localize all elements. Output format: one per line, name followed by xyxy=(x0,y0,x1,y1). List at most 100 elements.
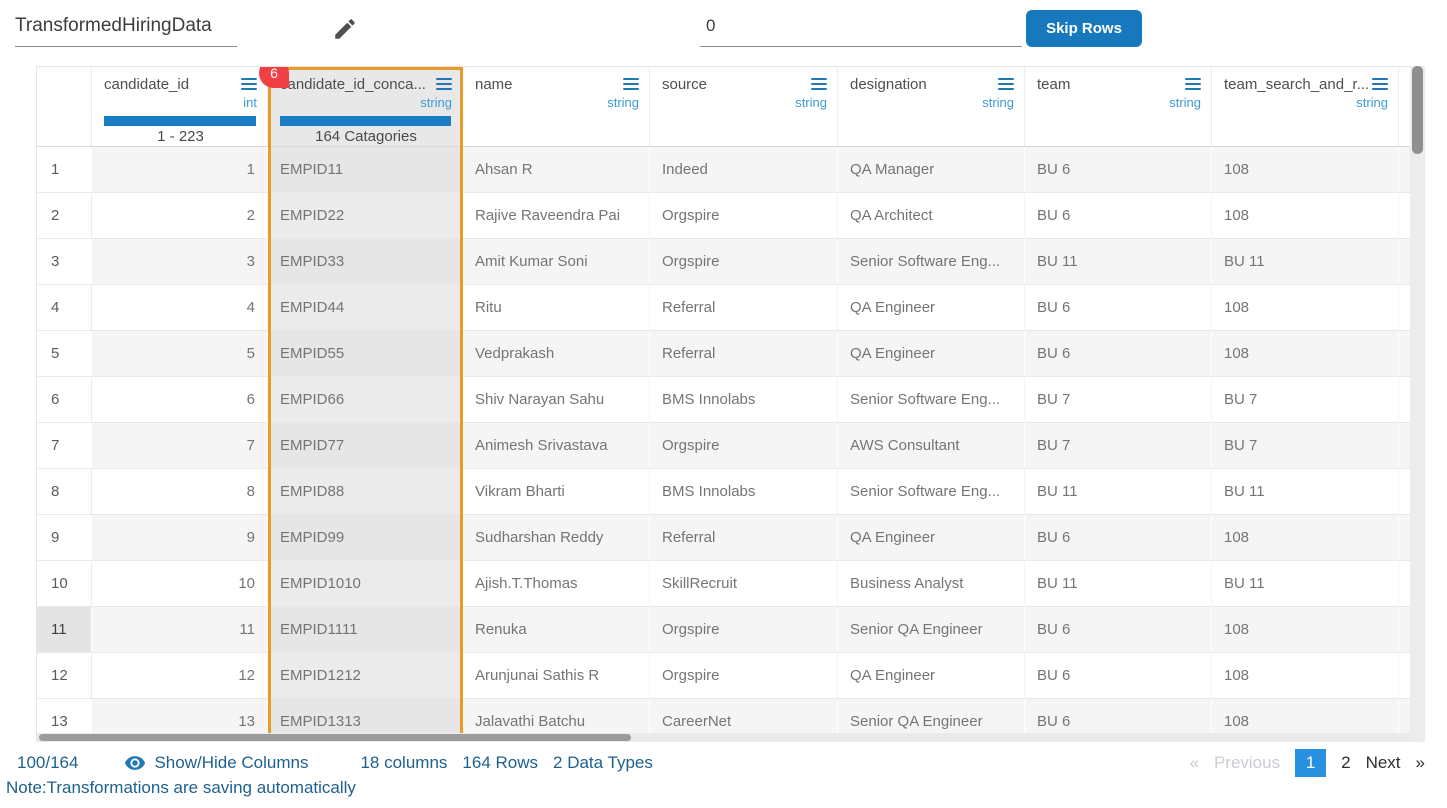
column-name: candidate_id xyxy=(104,76,189,93)
table-cell: 11 xyxy=(92,607,268,653)
table-body: 11EMPID11Ahsan RIndeedQA ManagerBU 6108A… xyxy=(37,147,1410,742)
column-distribution-bar xyxy=(280,116,451,126)
column-menu-icon[interactable] xyxy=(1372,78,1388,90)
next-arrow[interactable]: » xyxy=(1416,753,1425,773)
horizontal-scrollbar-thumb[interactable] xyxy=(39,734,631,741)
column-stat-label: 1 - 223 xyxy=(104,128,257,145)
table-cell: EMPID1111 xyxy=(268,607,463,653)
table-cell: Rajive Raveendra Pai xyxy=(463,193,650,239)
skip-rows-input[interactable]: 0 xyxy=(700,6,1022,47)
table-row: 88EMPID88Vikram BhartiBMS InnolabsSenior… xyxy=(37,469,1410,515)
table-cell: 108 xyxy=(1212,285,1399,331)
table-cell: EMPID77 xyxy=(268,423,463,469)
table-cell: 108 xyxy=(1212,331,1399,377)
table-cell: 5 xyxy=(92,331,268,377)
column-header-title-row: candidate_id_conca... xyxy=(280,73,452,95)
table-cell: EMPID44 xyxy=(268,285,463,331)
table-cell: BU 6 xyxy=(1025,607,1212,653)
table-cell: BU 6 xyxy=(1025,515,1212,561)
rows-count: 164 Rows xyxy=(462,753,538,773)
table-cell: BU 6 xyxy=(1025,331,1212,377)
row-number-cell: 2 xyxy=(37,193,92,239)
table-cell: BU 7 xyxy=(1025,423,1212,469)
table-cell: QA Engineer xyxy=(838,653,1025,699)
table-cell: 108 xyxy=(1212,193,1399,239)
table-cell: AWS Consultant xyxy=(838,423,1025,469)
table-cell: A xyxy=(1399,653,1410,699)
dataset-name: TransformedHiringData xyxy=(15,15,212,37)
page-2-button[interactable]: 2 xyxy=(1341,753,1350,773)
table-cell: Indeed xyxy=(650,147,838,193)
table-cell: Renuka xyxy=(463,607,650,653)
table-row: 55EMPID55VedprakashReferralQA EngineerBU… xyxy=(37,331,1410,377)
page-1-button[interactable]: 1 xyxy=(1295,749,1326,777)
vertical-scrollbar-thumb[interactable] xyxy=(1412,66,1423,154)
table-row: 11EMPID11Ahsan RIndeedQA ManagerBU 6108A xyxy=(37,147,1410,193)
previous-arrow[interactable]: « xyxy=(1189,753,1198,773)
previous-button[interactable]: Previous xyxy=(1214,753,1280,773)
column-header-title-row: team_search_and_r... xyxy=(1224,73,1388,95)
column-header-title-row: name xyxy=(475,73,639,95)
table-cell: Vikram Bharti xyxy=(463,469,650,515)
column-header-team_search_and_r...[interactable]: team_search_and_r...string xyxy=(1212,67,1399,146)
table-cell: QA Engineer xyxy=(838,515,1025,561)
table-cell: SkillRecruit xyxy=(650,561,838,607)
table-cell: Senior Software Eng... xyxy=(838,469,1025,515)
row-number-cell: 10 xyxy=(37,561,92,607)
column-header-name[interactable]: namestring xyxy=(463,67,650,146)
column-header-candidate_id[interactable]: candidate_idint1 - 223 xyxy=(92,67,268,146)
eye-icon xyxy=(124,752,146,774)
column-menu-icon[interactable] xyxy=(436,78,452,90)
table-cell: Senior Software Eng... xyxy=(838,239,1025,285)
column-header-title-row: designation xyxy=(850,73,1014,95)
column-name: name xyxy=(475,76,513,93)
row-number-cell: 8 xyxy=(37,469,92,515)
table-cell: 12 xyxy=(92,653,268,699)
column-menu-icon[interactable] xyxy=(998,78,1014,90)
column-menu-icon[interactable] xyxy=(1185,78,1201,90)
table-cell: H xyxy=(1399,469,1410,515)
horizontal-scrollbar[interactable] xyxy=(37,733,1410,742)
row-number-cell: 6 xyxy=(37,377,92,423)
table-cell: Shiv Narayan Sahu xyxy=(463,377,650,423)
next-button[interactable]: Next xyxy=(1366,753,1401,773)
row-number-cell: 7 xyxy=(37,423,92,469)
row-number-cell: 3 xyxy=(37,239,92,285)
table-cell: Orgspire xyxy=(650,607,838,653)
vertical-scrollbar[interactable] xyxy=(1410,66,1425,742)
table-row: 99EMPID99Sudharshan ReddyReferralQA Engi… xyxy=(37,515,1410,561)
column-header-designation[interactable]: designationstring xyxy=(838,67,1025,146)
column-menu-icon[interactable] xyxy=(241,78,257,90)
table-cell: A xyxy=(1399,147,1410,193)
table-cell: 10 xyxy=(92,561,268,607)
table-cell: EMPID11 xyxy=(268,147,463,193)
table-cell: 9 xyxy=(92,515,268,561)
skip-rows-button[interactable]: Skip Rows xyxy=(1026,10,1142,47)
row-number-cell: 5 xyxy=(37,331,92,377)
table-cell: Referral xyxy=(650,285,838,331)
column-header-candidate_id_conca...[interactable]: candidate_id_conca...string164 Catagorie… xyxy=(268,67,463,146)
table-cell: Orgspire xyxy=(650,239,838,285)
table-cell: 2 xyxy=(92,193,268,239)
table-cell: 7 xyxy=(92,423,268,469)
table-cell: 6 xyxy=(92,377,268,423)
table-cell: Senior Software Eng... xyxy=(838,377,1025,423)
show-hide-columns-button[interactable]: Show/Hide Columns xyxy=(124,752,308,774)
dataset-name-field[interactable]: TransformedHiringData xyxy=(15,6,237,47)
column-header-p[interactable]: p xyxy=(1399,67,1410,146)
table-cell: Animesh Srivastava xyxy=(463,423,650,469)
table-row: 33EMPID33Amit Kumar SoniOrgspireSenior S… xyxy=(37,239,1410,285)
edit-pencil-icon[interactable] xyxy=(332,16,358,42)
column-menu-icon[interactable] xyxy=(811,78,827,90)
table-cell: Referral xyxy=(650,515,838,561)
table-row: 22EMPID22Rajive Raveendra PaiOrgspireQA … xyxy=(37,193,1410,239)
column-header-source[interactable]: sourcestring xyxy=(650,67,838,146)
table-cell: EMPID88 xyxy=(268,469,463,515)
column-header-team[interactable]: teamstring xyxy=(1025,67,1212,146)
column-menu-icon[interactable] xyxy=(623,78,639,90)
table-cell: In xyxy=(1399,285,1410,331)
column-type-label: string xyxy=(1037,95,1201,113)
table-cell: Orgspire xyxy=(650,193,838,239)
table-cell: Referral xyxy=(650,331,838,377)
column-header-title-row: team xyxy=(1037,73,1201,95)
